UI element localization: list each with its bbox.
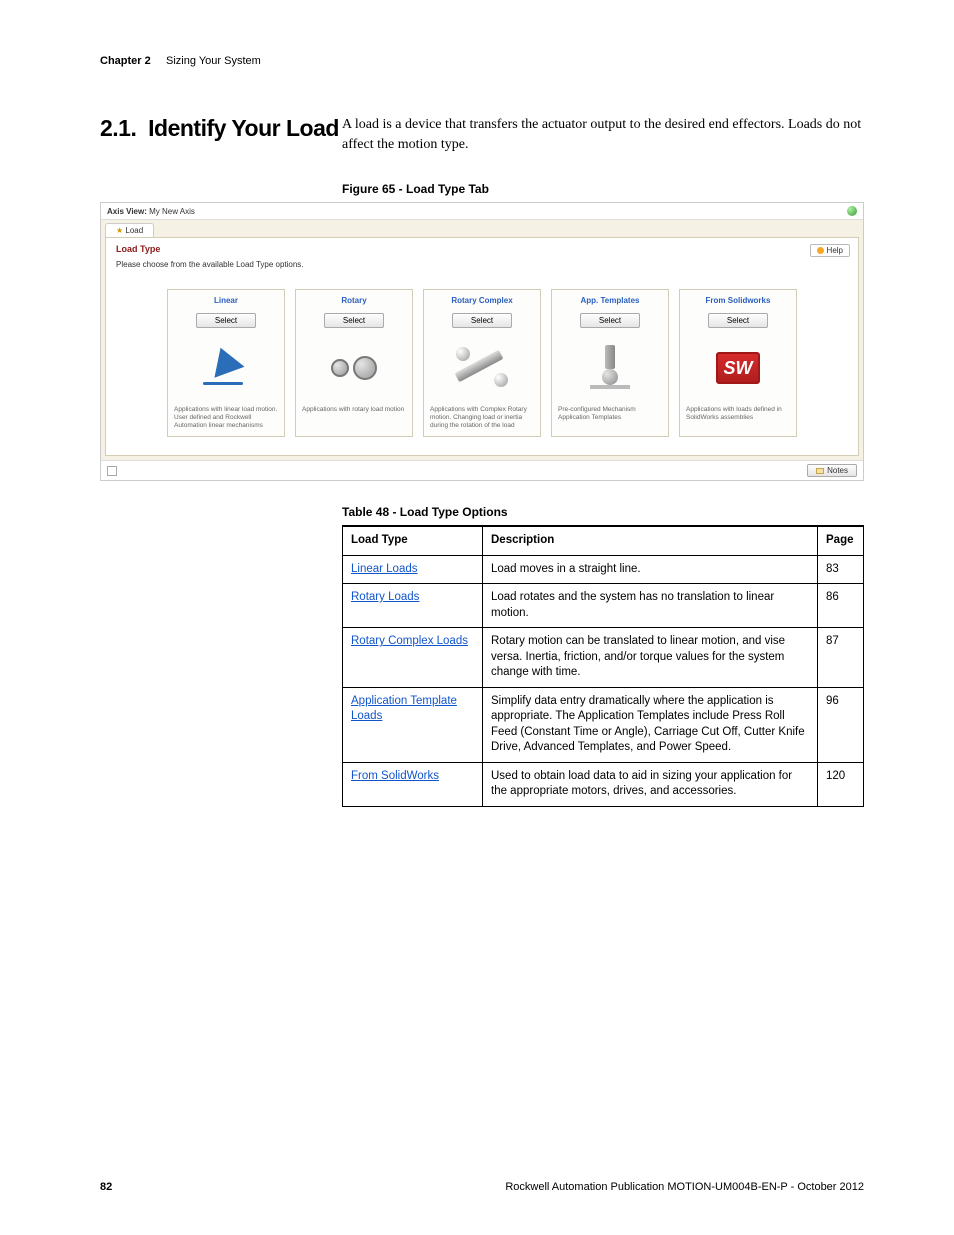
card-desc-sw: Applications with loads defined in Solid… xyxy=(686,406,790,430)
page-footer: 82 Rockwell Automation Publication MOTIO… xyxy=(100,1181,864,1193)
axis-view-label: Axis View: xyxy=(107,207,147,216)
load-type-screenshot: Axis View: My New Axis ★ Load Load Type … xyxy=(100,202,864,481)
help-label: Help xyxy=(827,246,843,255)
th-page: Page xyxy=(818,526,864,555)
chapter-title: Sizing Your System xyxy=(166,55,261,67)
select-button-rotcomp[interactable]: Select xyxy=(452,313,512,328)
select-button-app[interactable]: Select xyxy=(580,313,640,328)
linear-motion-icon xyxy=(196,338,256,398)
table-header-row: Load Type Description Page xyxy=(343,526,864,555)
card-app-templates: App. Templates Select Pre-configured Mec… xyxy=(551,289,669,437)
card-desc-rotary: Applications with rotary load motion xyxy=(302,406,406,430)
td-desc: Used to obtain load data to aid in sizin… xyxy=(483,762,818,806)
panel-title: Load Type xyxy=(116,244,848,254)
card-title-sw: From Solidworks xyxy=(706,296,771,305)
notes-button[interactable]: Notes xyxy=(807,464,857,477)
table-row: Application Template Loads Simplify data… xyxy=(343,687,864,762)
solidworks-icon: SW xyxy=(708,338,768,398)
card-title-rotary: Rotary xyxy=(341,296,366,305)
card-desc-rotcomp: Applications with Complex Rotary motion.… xyxy=(430,406,534,430)
td-desc: Rotary motion can be translated to linea… xyxy=(483,628,818,688)
td-desc: Load moves in a straight line. xyxy=(483,555,818,584)
card-container: Linear Select Applications with linear l… xyxy=(116,289,848,437)
select-button-sw[interactable]: Select xyxy=(708,313,768,328)
help-icon xyxy=(817,247,824,254)
card-desc-linear: Applications with linear load motion. Us… xyxy=(174,406,278,430)
select-button-linear[interactable]: Select xyxy=(196,313,256,328)
link-linear-loads[interactable]: Linear Loads xyxy=(351,563,418,575)
table-row: Linear Loads Load moves in a straight li… xyxy=(343,555,864,584)
load-type-table: Load Type Description Page Linear Loads … xyxy=(342,525,864,807)
bottom-bar: Notes xyxy=(101,460,863,480)
axis-view-bar: Axis View: My New Axis xyxy=(101,203,863,220)
card-desc-app: Pre-configured Mechanism Application Tem… xyxy=(558,406,662,430)
td-page: 87 xyxy=(818,628,864,688)
section-heading: 2.1. Identify Your Load xyxy=(100,115,342,142)
table-row: Rotary Complex Loads Rotary motion can b… xyxy=(343,628,864,688)
th-description: Description xyxy=(483,526,818,555)
card-rotary: Rotary Select Applications with rotary l… xyxy=(295,289,413,437)
link-application-template-loads[interactable]: Application Template Loads xyxy=(351,695,457,723)
card-title-app: App. Templates xyxy=(581,296,640,305)
app-template-icon xyxy=(580,338,640,398)
star-icon: ★ xyxy=(116,226,123,235)
rotary-complex-icon xyxy=(452,338,512,398)
card-solidworks: From Solidworks Select SW Applications w… xyxy=(679,289,797,437)
publication-info: Rockwell Automation Publication MOTION-U… xyxy=(505,1181,864,1193)
td-desc: Load rotates and the system has no trans… xyxy=(483,584,818,628)
panel-instruction: Please choose from the available Load Ty… xyxy=(116,260,848,269)
load-type-panel: Load Type Help Please choose from the av… xyxy=(105,237,859,456)
table-caption: Table 48 - Load Type Options xyxy=(342,505,864,519)
td-page: 86 xyxy=(818,584,864,628)
section-intro: A load is a device that transfers the ac… xyxy=(342,115,864,154)
card-rotary-complex: Rotary Complex Select Applications with … xyxy=(423,289,541,437)
table-row: Rotary Loads Load rotates and the system… xyxy=(343,584,864,628)
notes-label: Notes xyxy=(827,466,848,475)
td-desc: Simplify data entry dramatically where t… xyxy=(483,687,818,762)
tab-row: ★ Load xyxy=(101,220,863,237)
table-row: From SolidWorks Used to obtain load data… xyxy=(343,762,864,806)
td-page: 83 xyxy=(818,555,864,584)
page-number: 82 xyxy=(100,1181,112,1193)
collapse-button[interactable] xyxy=(107,466,117,476)
section-title: Identify Your Load xyxy=(148,115,339,141)
td-page: 96 xyxy=(818,687,864,762)
status-indicator-icon xyxy=(847,206,857,216)
link-rotary-loads[interactable]: Rotary Loads xyxy=(351,591,419,603)
card-title-rotcomp: Rotary Complex xyxy=(451,296,512,305)
axis-view-value: My New Axis xyxy=(149,207,195,216)
chapter-label: Chapter 2 xyxy=(100,55,151,67)
th-load-type: Load Type xyxy=(343,526,483,555)
link-from-solidworks[interactable]: From SolidWorks xyxy=(351,770,439,782)
card-title-linear: Linear xyxy=(214,296,238,305)
notes-icon xyxy=(816,468,824,474)
section-number: 2.1. xyxy=(100,115,136,141)
link-rotary-complex-loads[interactable]: Rotary Complex Loads xyxy=(351,635,468,647)
tab-load[interactable]: ★ Load xyxy=(105,223,154,237)
card-linear: Linear Select Applications with linear l… xyxy=(167,289,285,437)
help-button[interactable]: Help xyxy=(810,244,850,257)
tab-label: Load xyxy=(125,226,143,235)
select-button-rotary[interactable]: Select xyxy=(324,313,384,328)
rotary-motion-icon xyxy=(324,338,384,398)
td-page: 120 xyxy=(818,762,864,806)
chapter-header: Chapter 2 Sizing Your System xyxy=(100,55,864,67)
figure-caption: Figure 65 - Load Type Tab xyxy=(342,182,864,196)
